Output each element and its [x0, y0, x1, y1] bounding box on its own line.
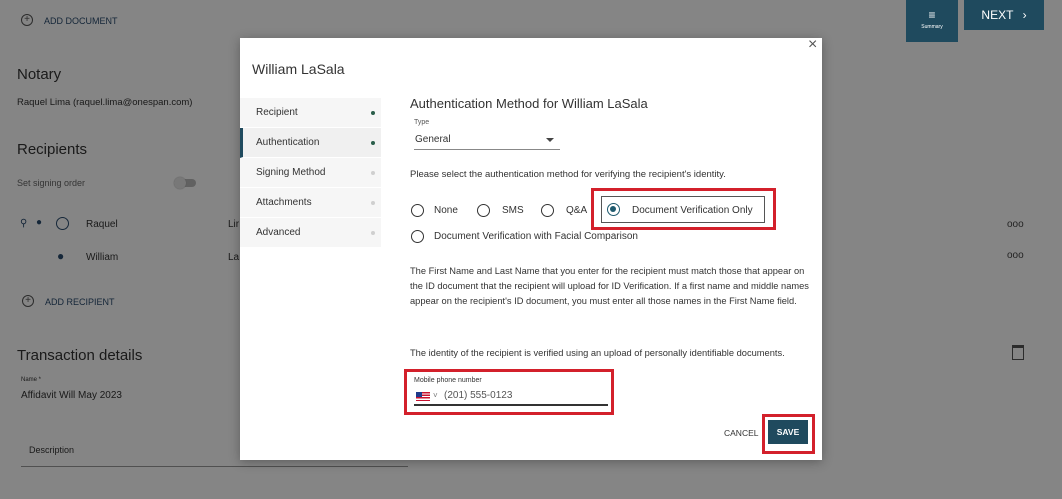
highlight-box: [404, 369, 614, 415]
name-matching-note: The First Name and Last Name that you en…: [410, 266, 809, 306]
section-title: Authentication Method for William LaSala: [410, 96, 648, 111]
tab-signing-method[interactable]: Signing Method: [240, 158, 381, 188]
type-label: Type: [414, 119, 430, 126]
highlight-box: [762, 414, 815, 454]
caret-down-icon: [546, 138, 554, 142]
verification-note: The identity of the recipient is verifie…: [410, 348, 785, 358]
tab-label: Signing Method: [256, 167, 326, 178]
summary-label: Summary: [921, 24, 943, 30]
radio-none-label: None: [434, 205, 458, 216]
type-select[interactable]: General: [414, 132, 560, 150]
incomplete-indicator-icon: [371, 231, 375, 235]
modal-tab-list: Recipient Authentication Signing Method …: [240, 98, 381, 248]
radio-sms-label: SMS: [502, 205, 524, 216]
radio-document-verification-facial[interactable]: [411, 230, 424, 243]
tab-recipient[interactable]: Recipient: [240, 98, 381, 128]
type-select-value: General: [415, 134, 451, 145]
radio-sms[interactable]: [477, 204, 490, 217]
incomplete-indicator-icon: [371, 171, 375, 175]
complete-indicator-icon: [371, 141, 375, 145]
tab-attachments[interactable]: Attachments: [240, 188, 381, 218]
tab-authentication[interactable]: Authentication: [240, 128, 381, 158]
incomplete-indicator-icon: [371, 201, 375, 205]
auth-instruction: Please select the authentication method …: [410, 169, 726, 180]
radio-none[interactable]: [411, 204, 424, 217]
tab-label: Authentication: [256, 137, 320, 148]
radio-qa-label: Q&A: [566, 205, 588, 216]
tab-label: Recipient: [256, 107, 298, 118]
recipient-settings-modal: × William LaSala Recipient Authenticatio…: [240, 37, 822, 460]
next-label: NEXT: [981, 8, 1014, 22]
complete-indicator-icon: [371, 111, 375, 115]
modal-title: William LaSala: [252, 61, 345, 77]
tab-label: Advanced: [256, 227, 301, 238]
cancel-button[interactable]: CANCEL: [724, 428, 758, 438]
tab-label: Attachments: [256, 197, 312, 208]
chevron-right-icon: ›: [1022, 8, 1027, 22]
summary-button[interactable]: ≡ Summary: [906, 0, 958, 42]
next-button[interactable]: NEXT ›: [964, 0, 1044, 30]
close-icon[interactable]: ×: [808, 37, 817, 53]
highlight-box: [591, 188, 776, 230]
summary-icon: ≡: [928, 8, 936, 22]
radio-qa[interactable]: [541, 204, 554, 217]
radio-document-verification-facial-label: Document Verification with Facial Compar…: [434, 231, 638, 242]
tab-advanced[interactable]: Advanced: [240, 218, 381, 248]
